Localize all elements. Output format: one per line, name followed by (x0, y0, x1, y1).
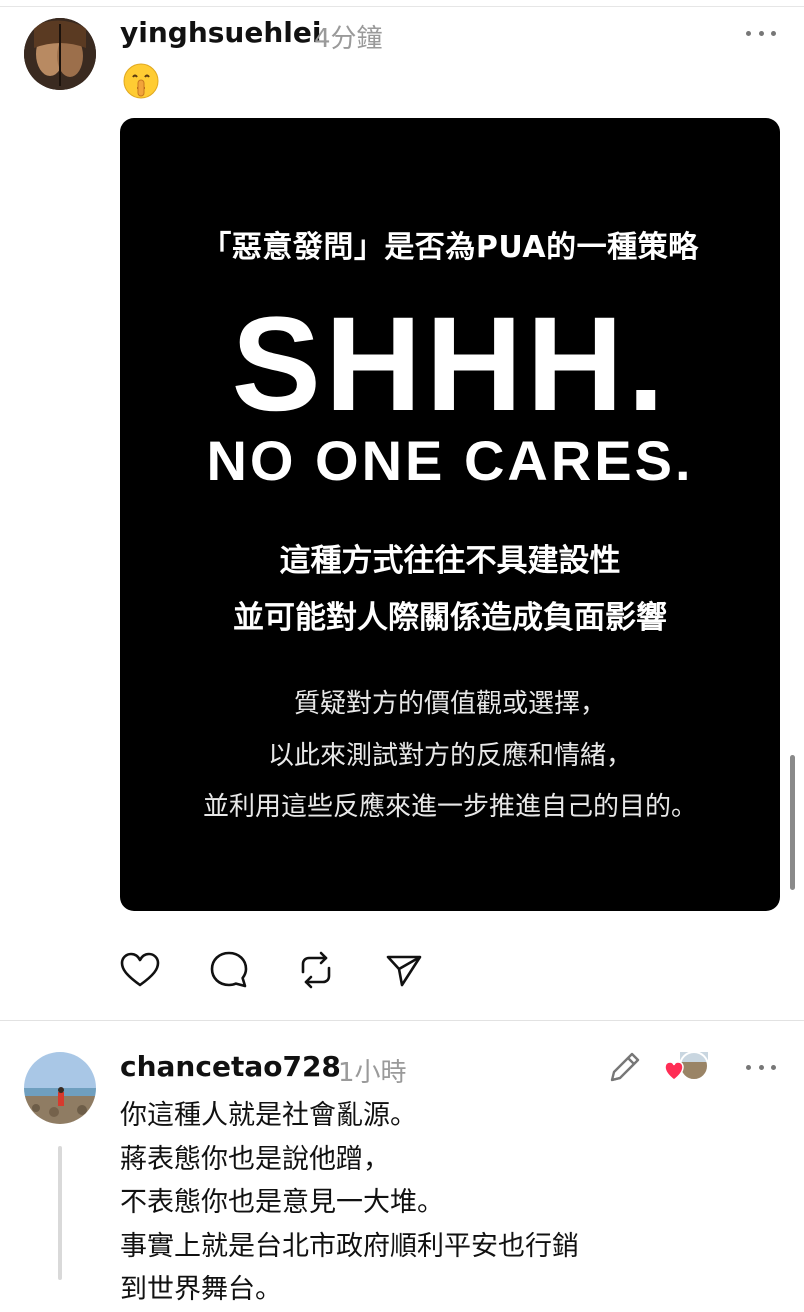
reply-line: 到世界舞台。 (120, 1274, 282, 1305)
post-image[interactable]: 「惡意發問」是否為PUA的一種策略 SHHH. NO ONE CARES. 這種… (120, 118, 780, 911)
image-bold-line-2: 並可能對人際關係造成負面影響 (233, 600, 667, 636)
heart-icon (120, 952, 160, 987)
post-username[interactable]: yinghsuehlei (120, 16, 321, 49)
share-icon (386, 955, 422, 987)
comment-icon (210, 951, 248, 988)
reply-line: 你這種人就是社會亂源。 (120, 1100, 417, 1131)
image-small-line-2: 以此來測試對方的反應和情緒， (267, 741, 632, 771)
scrollbar[interactable] (790, 755, 795, 890)
image-top-line: 「惡意發問」是否為PUA的一種策略 (201, 230, 699, 265)
image-subheadline: NO ONE CARES. (206, 429, 694, 492)
image-small-line-1: 質疑對方的價值觀或選擇， (293, 689, 606, 719)
reply-time: 1小時 (338, 1058, 407, 1088)
like-heart-icon (664, 1061, 684, 1081)
post-time: 4分鐘 (314, 24, 383, 54)
post-more-button[interactable] (746, 28, 776, 38)
thread-line (58, 1146, 62, 1280)
image-headline: SHHH. (231, 290, 669, 439)
reply-line: 不表態你也是意見一大堆。 (120, 1187, 444, 1218)
image-bold-line-1: 這種方式往往不具建設性 (279, 543, 621, 579)
image-small-line-3: 並利用這些反應來進一步推進自己的目的。 (202, 792, 697, 822)
pencil-icon (610, 1052, 640, 1082)
reply-line: 蔣表態你也是說他蹭， (120, 1143, 390, 1175)
edit-button[interactable] (606, 1048, 644, 1086)
reply-avatar[interactable] (24, 1052, 96, 1124)
liked-by-indicator[interactable] (664, 1050, 710, 1084)
share-button[interactable] (382, 948, 426, 992)
reply-text: 你這種人就是社會亂源。 蔣表態你也是說他蹭， 不表態你也是意見一大堆。 事實上就… (120, 1094, 579, 1312)
shushing-emoji-icon (122, 62, 160, 100)
reply-more-button[interactable] (746, 1062, 776, 1072)
reply-line: 事實上就是台北市政府順利平安也行銷 (120, 1230, 579, 1262)
top-divider (0, 6, 804, 7)
repost-icon (301, 951, 331, 989)
post-divider (0, 1020, 804, 1021)
comment-button[interactable] (207, 948, 251, 992)
like-button[interactable] (118, 948, 162, 992)
repost-button[interactable] (294, 948, 338, 992)
reply-username[interactable]: chancetao728 (120, 1050, 341, 1083)
avatar[interactable] (24, 18, 96, 90)
